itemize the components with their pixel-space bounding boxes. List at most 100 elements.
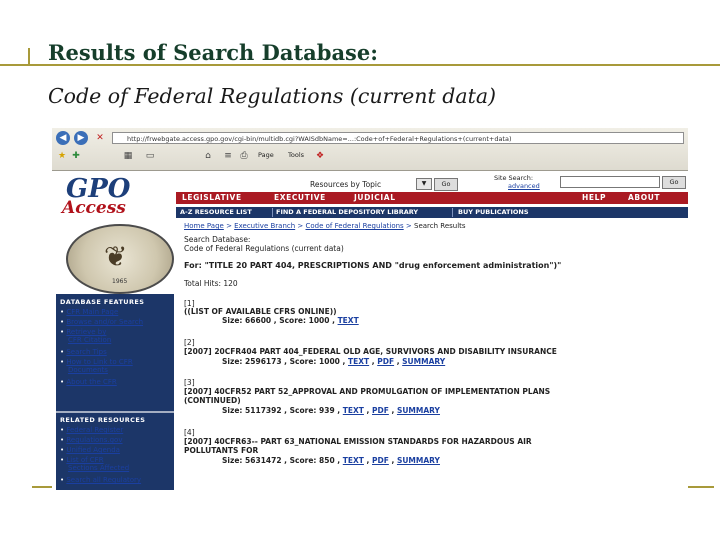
address-bar[interactable]: http://frwebgate.access.gpo.gov/cgi-bin/… [112, 132, 684, 144]
result-title: [2007] 40CFR52 PART 52_APPROVAL AND PROM… [184, 387, 551, 396]
nav-executive[interactable]: EXECUTIVE [274, 193, 326, 202]
sidebar-item-how-to-link-cont[interactable]: Documents [68, 366, 108, 374]
result-text-link[interactable]: TEXT [343, 456, 364, 465]
sidebar-item-about-cfr[interactable]: • About the CFR [60, 378, 117, 386]
sidebar-item-retrieve-cont[interactable]: CFR Citation [68, 336, 111, 344]
sidebar-item-list-of-cfr[interactable]: • List of CFR [60, 456, 104, 464]
result-size: Size: 2596173 , Score: 1000 , [222, 357, 346, 366]
sidebar-item-retrieve[interactable]: • Retrieve by [60, 328, 106, 336]
sidebar-link[interactable]: Sections Affected [68, 464, 129, 472]
nav-help[interactable]: HELP [582, 193, 606, 202]
archives-seal-image: ❦ 1965 [66, 224, 174, 294]
sidebar-item-unified-agenda[interactable]: • Unified Agenda [60, 446, 120, 454]
sidebar-link[interactable]: List of CFR [66, 456, 103, 464]
link-separator [452, 208, 453, 217]
research-icon[interactable]: ❖ [314, 150, 326, 162]
page-menu[interactable]: Page [258, 151, 274, 159]
sidebar-link[interactable]: Federal Register [66, 426, 123, 434]
result-text-link[interactable]: TEXT [338, 316, 359, 325]
search-database-name: Code of Federal Regulations (current dat… [184, 244, 344, 253]
feeds-icon[interactable]: ≡ [222, 150, 234, 162]
result-pdf-link[interactable]: PDF [372, 456, 389, 465]
add-favorites-icon[interactable]: ✚ [70, 150, 82, 162]
sidebar-item-how-to-link[interactable]: • How to Link to CFR [60, 358, 133, 366]
nav-about[interactable]: ABOUT [628, 193, 660, 202]
sidebar-link[interactable]: About the CFR [66, 378, 116, 386]
related-resources-heading: RELATED RESOURCES [60, 416, 146, 424]
result-summary-link[interactable]: SUMMARY [397, 406, 440, 415]
breadcrumb: Home Page > Executive Branch > Code of F… [184, 222, 466, 230]
site-search-text: Site Search: [494, 174, 534, 182]
breadcrumb-executive[interactable]: Executive Branch [234, 222, 295, 230]
total-hits: Total Hits: 120 [184, 279, 238, 288]
site-search-input[interactable] [560, 176, 660, 188]
breadcrumb-home[interactable]: Home Page [184, 222, 224, 230]
current-tab-icon[interactable]: ▭ [144, 150, 156, 162]
back-arrow-icon[interactable]: ◀ [56, 131, 70, 145]
logo-text-access: Access [62, 198, 126, 218]
gpo-access-logo[interactable]: GPO Access [60, 174, 172, 218]
slide-subtitle: Code of Federal Regulations (current dat… [48, 84, 497, 108]
sidebar-item-search-tips[interactable]: • Search Tips [60, 348, 107, 356]
topic-label: Resources by Topic [310, 180, 382, 189]
sidebar-link[interactable]: Retrieve by [66, 328, 106, 336]
favorites-star-icon[interactable]: ★ [56, 150, 68, 162]
site-search-go-button[interactable]: Go [662, 176, 686, 189]
link-buy-publications[interactable]: BUY PUBLICATIONS [458, 208, 529, 216]
sidebar-link[interactable]: How to Link to CFR [66, 358, 132, 366]
tab-grid-icon[interactable]: ▦ [122, 150, 134, 162]
breadcrumb-current: Search Results [414, 222, 466, 230]
topic-go-button[interactable]: Go [434, 178, 458, 191]
resource-link-bar: A-Z RESOURCE LIST FIND A FEDERAL DEPOSIT… [176, 207, 688, 218]
home-icon[interactable]: ⌂ [202, 150, 214, 162]
result-text-link[interactable]: TEXT [348, 357, 369, 366]
result-title: ((LIST OF AVAILABLE CFRS ONLINE)) [184, 307, 337, 316]
slide-title: Results of Search Database: [48, 40, 378, 65]
sidebar-link[interactable]: CFR Citation [68, 336, 111, 344]
site-search-label: Site Search: advanced [494, 174, 540, 190]
result-pdf-link[interactable]: PDF [377, 357, 394, 366]
sidebar-link[interactable]: Search all Regulatory [66, 476, 141, 484]
result-summary-link[interactable]: SUMMARY [402, 357, 445, 366]
sidebar-divider [56, 411, 174, 413]
sidebar-link[interactable]: Unified Agenda [66, 446, 120, 454]
database-features-heading: DATABASE FEATURES [60, 298, 145, 306]
advanced-search-link[interactable]: advanced [494, 182, 540, 190]
nav-judicial[interactable]: JUDICIAL [354, 193, 396, 202]
sidebar-item-federal-register[interactable]: • Federal Register [60, 426, 123, 434]
forward-arrow-icon[interactable]: ▶ [74, 131, 88, 145]
search-database-label: Search Database: [184, 235, 251, 244]
result-text-link[interactable]: TEXT [343, 406, 364, 415]
result-meta: Size: 66600 , Score: 1000 , TEXT [222, 317, 359, 325]
sidebar-link[interactable]: Documents [68, 366, 108, 374]
sidebar-link[interactable]: Search Tips [66, 348, 106, 356]
eagle-icon: ❦ [104, 240, 128, 273]
sidebar-link[interactable]: Regulations.gov [66, 436, 122, 444]
print-icon[interactable]: ⎙ [238, 150, 250, 162]
result-size: Size: 5117392 , Score: 939 , [222, 406, 341, 415]
branch-nav-bar: LEGISLATIVE EXECUTIVE JUDICIAL HELP ABOU… [176, 192, 688, 204]
stop-icon[interactable]: ✕ [94, 132, 106, 144]
sidebar-item-search-regulatory[interactable]: • Search all Regulatory [60, 476, 141, 484]
sidebar: DATABASE FEATURES • CFR Main Page • Brow… [56, 294, 174, 490]
topic-dropdown[interactable]: ▼ [416, 178, 432, 190]
link-find-depository-library[interactable]: FIND A FEDERAL DEPOSITORY LIBRARY [276, 208, 418, 216]
result-title: [2007] 20CFR404 PART 404_FEDERAL OLD AGE… [184, 347, 557, 356]
search-query: For: "TITLE 20 PART 404, PRESCRIPTIONS A… [184, 261, 562, 270]
nav-legislative[interactable]: LEGISLATIVE [182, 193, 242, 202]
sidebar-link[interactable]: CFR Main Page [66, 308, 118, 316]
result-size: Size: 66600 , Score: 1000 , [222, 316, 335, 325]
result-summary-link[interactable]: SUMMARY [397, 456, 440, 465]
tools-menu[interactable]: Tools [288, 151, 304, 159]
sidebar-item-list-of-cfr-cont[interactable]: Sections Affected [68, 464, 129, 472]
result-pdf-link[interactable]: PDF [372, 406, 389, 415]
sidebar-item-cfr-main-page[interactable]: • CFR Main Page [60, 308, 118, 316]
seal-year: 1965 [112, 278, 128, 285]
breadcrumb-cfr[interactable]: Code of Federal Regulations [306, 222, 404, 230]
sidebar-link[interactable]: Browse and/or Search [66, 318, 143, 326]
browser-screenshot: ◀ ▶ ✕ http://frwebgate.access.gpo.gov/cg… [52, 128, 688, 490]
sidebar-item-browse-search[interactable]: • Browse and/or Search [60, 318, 143, 326]
sidebar-item-regulations-gov[interactable]: • Regulations.gov [60, 436, 122, 444]
link-az-resource-list[interactable]: A-Z RESOURCE LIST [180, 208, 252, 216]
result-number: [3] [184, 378, 195, 387]
